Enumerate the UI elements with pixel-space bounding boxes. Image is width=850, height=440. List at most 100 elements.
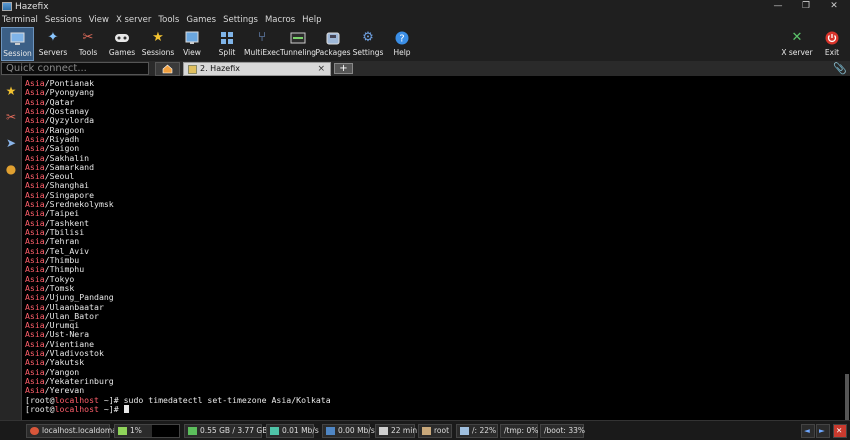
terminal-line: Asia/Srednekolymsk: [25, 199, 850, 209]
terminal-line: Asia/Ulaanbaatar: [25, 302, 850, 312]
star-icon: ★: [152, 30, 164, 45]
terminal-line: Asia/Qyzylorda: [25, 116, 850, 125]
menu-terminal[interactable]: Terminal: [2, 15, 38, 25]
terminal-line: Asia/Thimphu: [25, 265, 850, 274]
prompt-line: [root@localhost ~]# sudo timedatectl set…: [25, 394, 331, 405]
sidebar-macros-icon[interactable]: ●: [2, 158, 20, 180]
session-button[interactable]: Session: [1, 27, 34, 61]
current-prompt-line: [root@localhost ~]#: [25, 404, 850, 414]
status-user: root: [418, 424, 452, 438]
help-button[interactable]: ? Help: [387, 27, 417, 61]
terminal-line: Asia/Shanghai: [25, 181, 850, 190]
terminal-line: Asia/Taipei: [25, 209, 850, 218]
terminal-line: Asia/Tbilisi: [25, 227, 850, 237]
sidebar-tools-icon[interactable]: ✂: [2, 106, 20, 128]
home-tab[interactable]: [155, 62, 180, 76]
exit-button[interactable]: Exit: [818, 27, 846, 61]
gamepad-icon: [114, 30, 130, 46]
terminal-line: Asia/Ust-Nera: [25, 330, 850, 339]
app-icon: [2, 2, 12, 11]
command-text: sudo timedatectl set-timezone Asia/Kolka…: [123, 394, 331, 405]
status-host[interactable]: localhost.localdomain: [26, 424, 124, 438]
gear-icon: ⚙: [362, 30, 374, 45]
menu-macros[interactable]: Macros: [265, 15, 295, 25]
x-server-button[interactable]: ✕ X server: [780, 27, 814, 61]
games-button[interactable]: Games: [106, 27, 138, 61]
sessions-button[interactable]: ★ Sessions: [141, 27, 175, 61]
monitor-icon: [10, 31, 26, 47]
view-button[interactable]: View: [177, 27, 207, 61]
servers-icon: ✦: [47, 30, 59, 45]
multiexec-icon: ⑂: [258, 30, 266, 45]
terminal-line: Asia/Vientiane: [25, 339, 850, 349]
terminal-line: Asia/Pontianak: [25, 78, 850, 88]
split-button[interactable]: Split: [212, 27, 242, 61]
title-bar: Hazefix — ❐ ✕: [0, 0, 850, 13]
disk-icon: [460, 427, 469, 435]
download-icon: [326, 427, 335, 435]
menu-x-server[interactable]: X server: [116, 15, 151, 25]
menu-view[interactable]: View: [89, 15, 109, 25]
left-sidebar: ★ ✂ ➤ ●: [0, 76, 22, 420]
terminal-line: Asia/Urumqi: [25, 320, 850, 330]
status-cpu: 1%: [114, 424, 180, 438]
upload-icon: [270, 427, 279, 435]
split-icon: [219, 30, 235, 46]
settings-button[interactable]: ⚙ Settings: [351, 27, 385, 61]
terminal-line: Asia/Rangoon: [25, 125, 850, 135]
tab-close-icon[interactable]: ×: [317, 63, 325, 75]
quick-connect-input[interactable]: Quick connect...: [1, 62, 149, 75]
status-download: 0.00 Mb/s: [322, 424, 375, 438]
terminal-line: Asia/Seoul: [25, 171, 850, 181]
menu-help[interactable]: Help: [302, 15, 321, 25]
cpu-icon: [118, 427, 127, 435]
tab-label: 2. Hazefix: [200, 64, 240, 73]
minimize-icon[interactable]: —: [764, 0, 792, 13]
prev-session-arrow-icon[interactable]: ◄: [801, 424, 815, 438]
terminal-output[interactable]: Asia/Pontianak Asia/Pyongyang Asia/Qatar As…: [22, 76, 850, 440]
status-upload: 0.01 Mb/s: [266, 424, 319, 438]
tab-hazefix[interactable]: 2. Hazefix ×: [183, 62, 331, 76]
terminal-line: Asia/Tomsk: [25, 283, 850, 293]
menu-games[interactable]: Games: [186, 15, 216, 25]
terminal-line: Asia/Yakutsk: [25, 358, 850, 367]
next-session-arrow-icon[interactable]: ►: [816, 424, 830, 438]
terminal-line: Asia/Ujung_Pandang: [25, 293, 850, 302]
toolbar: Session ✦ Servers ✂ Tools Games ★ Sessio…: [0, 27, 850, 61]
new-tab-button[interactable]: +: [334, 63, 353, 74]
terminal-line: Asia/Singapore: [25, 190, 850, 200]
multiexec-button[interactable]: ⑂ MultiExec: [244, 27, 280, 61]
status-disk-boot: /boot: 33%: [540, 424, 585, 438]
terminal-line: Asia/Sakhalin: [25, 153, 850, 163]
servers-button[interactable]: ✦ Servers: [37, 27, 69, 61]
window-title: Hazefix: [15, 1, 49, 12]
restore-icon[interactable]: ❐: [792, 0, 820, 13]
tools-button[interactable]: ✂ Tools: [72, 27, 104, 61]
status-disk-root: /: 22%: [456, 424, 498, 438]
terminal-line: Asia/Tel_Aviv: [25, 246, 850, 256]
terminal-line: Asia/Saigon: [25, 144, 850, 153]
terminal-line: Asia/Riyadh: [25, 134, 850, 144]
terminal-line: Asia/Tokyo: [25, 274, 850, 284]
close-icon[interactable]: ✕: [820, 0, 848, 13]
sidebar-sessions-star-icon[interactable]: ★: [2, 80, 20, 102]
paperclip-icon[interactable]: 📎: [833, 62, 847, 75]
tools-icon: ✂: [82, 30, 94, 45]
close-session-icon[interactable]: ✕: [833, 424, 847, 438]
terminal-line: Asia/Qostanay: [25, 106, 850, 116]
cpu-graph: [152, 425, 179, 437]
packages-button[interactable]: Packages: [316, 27, 351, 61]
terminal-line: Asia/Vladivostok: [25, 348, 850, 358]
menu-settings[interactable]: Settings: [223, 15, 258, 25]
tunneling-button[interactable]: Tunneling: [280, 27, 316, 61]
view-icon: [184, 30, 200, 46]
svg-text:?: ?: [399, 34, 404, 45]
menu-sessions[interactable]: Sessions: [45, 15, 82, 25]
sidebar-send-icon[interactable]: ➤: [2, 132, 20, 154]
help-icon: ?: [394, 30, 410, 46]
terminal-line: Asia/Qatar: [25, 97, 850, 107]
package-icon: [325, 30, 341, 46]
clock-icon: [379, 427, 388, 435]
menu-tools[interactable]: Tools: [158, 15, 179, 25]
cursor: [123, 404, 129, 413]
